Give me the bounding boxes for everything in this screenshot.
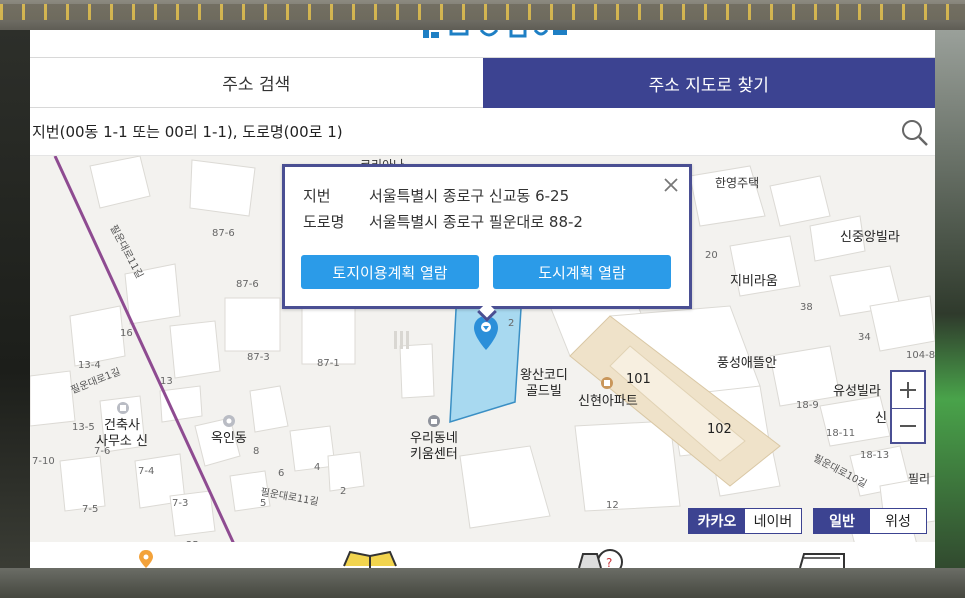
lot-number: 7-6 bbox=[94, 446, 111, 457]
lot-number: 104-8 bbox=[906, 350, 935, 361]
close-icon[interactable] bbox=[661, 175, 681, 195]
zoom-out-button[interactable] bbox=[892, 408, 924, 443]
lot-number: 7-10 bbox=[32, 456, 55, 467]
lot-number: 5 bbox=[260, 498, 267, 509]
lot-number: 6 bbox=[278, 468, 285, 479]
lot-number: 87-1 bbox=[317, 358, 340, 369]
map-view[interactable]: 코리아나 한영주택 신중앙빌라 지비라움 풍성애뜰안 유성빌라 왕산코디 골드빌… bbox=[30, 156, 935, 568]
lot-number: 4 bbox=[314, 462, 321, 473]
map-label: 필리 bbox=[908, 472, 931, 486]
lot-number: 7-4 bbox=[138, 466, 155, 477]
map-type-satellite-button[interactable]: 위성 bbox=[870, 509, 926, 533]
lot-number: 87-6 bbox=[236, 279, 259, 290]
background-bottom bbox=[0, 568, 965, 598]
lot-number: 2 bbox=[508, 318, 515, 329]
map-label: 지비라움 bbox=[730, 274, 778, 289]
search-bar bbox=[30, 108, 935, 156]
document-nav-icon[interactable] bbox=[798, 548, 848, 568]
poi-office-icon bbox=[117, 402, 129, 414]
lot-number: 16 bbox=[120, 328, 133, 339]
lot-number: 13-5 bbox=[72, 422, 95, 433]
bottom-navigation: ? bbox=[30, 542, 935, 568]
city-plan-button[interactable]: 도시계획 열람 bbox=[493, 255, 671, 289]
land-use-plan-button[interactable]: 토지이용계획 열람 bbox=[301, 255, 479, 289]
map-type-toggle: 일반 위성 bbox=[813, 508, 927, 534]
lot-number: 13 bbox=[160, 376, 173, 387]
header-logo-area bbox=[30, 30, 935, 57]
popup-lot-address-row: 지번 서울특별시 종로구 신교동 6-25 bbox=[303, 185, 569, 206]
map-label: 풍성애뜰안 bbox=[717, 356, 777, 371]
search-icon[interactable] bbox=[900, 118, 930, 148]
search-input[interactable] bbox=[30, 108, 890, 156]
address-info-popup: 지번 서울특별시 종로구 신교동 6-25 도로명 서울특별시 종로구 필운대로 8… bbox=[282, 164, 692, 322]
provider-kakao-button[interactable]: 카카오 bbox=[689, 509, 745, 533]
map-label: 옥인동 bbox=[211, 431, 247, 446]
map-label: 신중앙빌라 bbox=[840, 230, 900, 245]
map-book-nav-icon[interactable] bbox=[340, 548, 400, 568]
zoom-control bbox=[890, 370, 926, 444]
lot-number: 87-3 bbox=[247, 352, 270, 363]
map-label: 우리동네 키움센터 bbox=[410, 431, 458, 463]
lot-number: 34 bbox=[858, 332, 871, 343]
poi-apartment-icon bbox=[601, 377, 613, 389]
road-address-value: 서울특별시 종로구 필운대로 88-2 bbox=[369, 213, 583, 231]
poi-center-icon bbox=[428, 415, 440, 427]
building-number: 101 bbox=[626, 372, 651, 387]
lot-number: 87-6 bbox=[212, 228, 235, 239]
lot-address-label: 지번 bbox=[303, 187, 331, 205]
lot-number: 18-13 bbox=[860, 450, 890, 461]
address-finder-app: 주소 검색 주소 지도로 찾기 지번(00동 1-1 또는 00리 1-1), … bbox=[30, 30, 935, 568]
provider-naver-button[interactable]: 네이버 bbox=[745, 509, 801, 533]
road-address-label: 도로명 bbox=[303, 213, 345, 231]
lot-number: 12 bbox=[606, 500, 619, 511]
lot-number: 13-4 bbox=[78, 360, 101, 371]
tab-bar: 주소 검색 주소 지도로 찾기 bbox=[30, 57, 935, 108]
map-label: 유성빌라 bbox=[833, 384, 881, 399]
background-right bbox=[935, 30, 965, 598]
map-type-normal-button[interactable]: 일반 bbox=[814, 509, 870, 533]
tab-address-search[interactable]: 주소 검색 bbox=[30, 58, 483, 108]
site-logo-icon bbox=[423, 30, 567, 38]
lot-number: 18-9 bbox=[796, 400, 819, 411]
popup-road-address-row: 도로명 서울특별시 종로구 필운대로 88-2 bbox=[303, 211, 583, 232]
poi-district-icon bbox=[223, 415, 235, 427]
minus-icon bbox=[900, 425, 916, 427]
lot-number: 18-11 bbox=[826, 428, 856, 439]
lot-number: 7-5 bbox=[82, 504, 99, 515]
help-nav-icon[interactable]: ? bbox=[575, 548, 625, 568]
map-label: 신현아파트 bbox=[578, 394, 638, 409]
lot-number: 7-3 bbox=[172, 498, 189, 509]
map-provider-toggle: 카카오 네이버 bbox=[688, 508, 802, 534]
map-label: 왕산코디 골드빌 bbox=[520, 368, 568, 400]
lot-number: 20 bbox=[705, 250, 718, 261]
lot-number: 8 bbox=[253, 446, 260, 457]
svg-text:?: ? bbox=[606, 556, 612, 568]
tab-find-on-map[interactable]: 주소 지도로 찾기 bbox=[482, 58, 935, 108]
background-left bbox=[0, 30, 30, 598]
building-number: 102 bbox=[707, 422, 732, 437]
lot-number: 2 bbox=[340, 486, 347, 497]
background-railing bbox=[0, 4, 965, 20]
lot-number: 38 bbox=[800, 302, 813, 313]
plus-icon bbox=[900, 381, 916, 398]
lot-address-value: 서울특별시 종로구 신교동 6-25 bbox=[369, 187, 570, 205]
map-label: 신 bbox=[875, 411, 887, 426]
location-nav-icon[interactable] bbox=[136, 548, 156, 568]
zoom-in-button[interactable] bbox=[892, 372, 924, 407]
map-label: 한영주택 bbox=[715, 176, 760, 190]
